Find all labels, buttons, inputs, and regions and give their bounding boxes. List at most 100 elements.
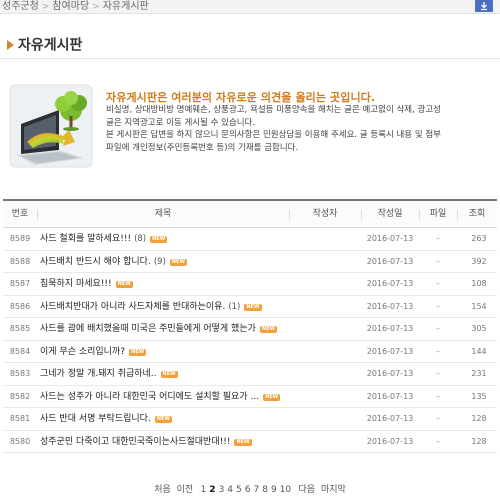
post-file: – — [436, 436, 440, 446]
title-divider — [0, 58, 500, 59]
table-row[interactable]: 8580 성주군민 다죽이고 대한민국죽이는사드절대반대!!! NEW 2016-07… — [3, 431, 497, 453]
intro-line: 비실명, 상대방비방 명예훼손, 상품광고, 욕설등 미풍양속을 해치는 글은 … — [106, 105, 441, 115]
post-hits: 154 — [471, 301, 487, 311]
column-header-file: 파일 — [429, 209, 447, 219]
intro-notice: 비실명, 상대방비방 명예훼손, 상품광고, 욕설등 미풍양속을 해치는 글은 … — [106, 104, 498, 154]
post-title-cell[interactable]: 사드배치 반드시 해야 합니다. (9) NEW — [40, 251, 290, 273]
post-title[interactable]: 사드배치반대가 아니라 사드자체를 반대하는이유. — [40, 302, 225, 312]
table-row[interactable]: 8589 사드 철회를 말하세요!!! (8) NEW 2016-07-13 – 263 — [3, 228, 497, 251]
page-number-link[interactable]: 8 — [262, 485, 268, 495]
post-number: 8582 — [9, 391, 31, 401]
post-list-table: 번호 제목 작성자 작성일 파일 조회 8589 사드 철회를 말하세요!!! (8… — [3, 199, 497, 453]
post-file: – — [436, 279, 440, 288]
chevron-right-icon: > — [41, 2, 50, 12]
post-title-cell[interactable]: 사드를 괌에 배치했을때 미국은 주민들에게 어떻게 했는가 NEW — [40, 318, 290, 340]
post-author — [293, 363, 359, 385]
post-title-cell[interactable]: 사드는 성주가 아니라 대한민국 어디에도 설치할 필요가 ... NEW — [40, 386, 290, 408]
post-title[interactable]: 그네가 정말 개.돼지 취급하네.. — [40, 369, 157, 379]
page-number-link[interactable]: 10 — [280, 485, 291, 495]
chevron-right-icon: > — [92, 2, 100, 12]
table-row[interactable]: 8583 그네가 정말 개.돼지 취급하네.. NEW 2016-07-13 – 231 — [3, 363, 497, 386]
post-title-cell[interactable]: 사드 반대 서명 부탁드립니다. NEW — [40, 408, 290, 430]
post-hits: 392 — [471, 256, 487, 266]
prev-page-link[interactable]: 이전 — [177, 485, 194, 495]
page-number-link[interactable]: 2 — [209, 485, 215, 495]
post-title-cell[interactable]: 사드배치반대가 아니라 사드자체를 반대하는이유. (1) NEW — [40, 296, 290, 318]
page-number-link[interactable]: 9 — [271, 485, 277, 495]
post-hits: 108 — [471, 279, 487, 288]
page-number-link[interactable]: 7 — [254, 485, 260, 495]
page-title-area: 자유게시판 — [7, 34, 83, 54]
page-numbers: 1 2 3 4 5 6 7 8 9 10 — [199, 485, 293, 495]
table-row[interactable]: 8588 사드배치 반드시 해야 합니다. (9) NEW 2016-07-13 – 392 — [3, 251, 497, 273]
post-date: 2016-07-13 — [366, 279, 414, 288]
post-title[interactable]: 사드를 괌에 배치했을때 미국은 주민들에게 어떻게 했는가 — [40, 324, 256, 334]
column-header-number: 번호 — [11, 209, 29, 219]
post-title-cell[interactable]: 그네가 정말 개.돼지 취급하네.. NEW — [40, 363, 290, 385]
post-hits: 128 — [471, 414, 487, 423]
comment-count: (1) — [228, 301, 241, 312]
table-header: 번호 제목 작성자 작성일 파일 조회 — [3, 199, 497, 228]
new-badge: NEW — [129, 348, 147, 356]
new-badge: NEW — [263, 393, 281, 401]
table-body: 8589 사드 철회를 말하세요!!! (8) NEW 2016-07-13 – 263 85… — [3, 228, 497, 453]
post-date: 2016-07-13 — [366, 369, 414, 378]
table-row[interactable]: 8587 침묵하지 마세요!!! NEW 2016-07-13 – 108 — [3, 273, 497, 296]
post-title[interactable]: 사드 철회를 말하세요!!! — [40, 234, 131, 244]
post-title[interactable]: 성주군민 다죽이고 대한민국죽이는사드절대반대!!! — [40, 437, 230, 447]
page-number-link[interactable]: 6 — [245, 485, 251, 495]
top-bar: 성주군청 > 참여마당 > 자유게시판 — [0, 0, 500, 14]
post-title[interactable]: 사드 반대 서명 부탁드립니다. — [40, 414, 151, 424]
laptop-tree-illustration — [9, 84, 93, 168]
post-author — [293, 228, 359, 250]
post-hits: 305 — [471, 324, 487, 333]
post-hits: 128 — [471, 436, 487, 446]
last-page-link[interactable]: 마지막 — [321, 485, 346, 495]
post-date: 2016-07-13 — [366, 256, 414, 266]
intro-line: 글은 지역광고로 이동 게시될 수 있습니다. — [106, 117, 256, 128]
new-badge: NEW — [154, 416, 172, 423]
intro-line: 본 게시판은 답변을 하지 않으니 문의사항은 민원상담을 이용해 주세요. 글… — [106, 130, 441, 140]
table-row[interactable]: 8582 사드는 성주가 아니라 대한민국 어디에도 설치할 필요가 ... NEW… — [3, 386, 497, 408]
post-date: 2016-07-13 — [366, 234, 414, 243]
post-author — [293, 341, 359, 363]
post-title-cell[interactable]: 이게 무슨 소리입니까? NEW — [40, 341, 290, 363]
breadcrumb-home[interactable]: 성주군청 — [2, 1, 39, 12]
table-row[interactable]: 8584 이게 무슨 소리입니까? NEW 2016-07-13 – 144 — [3, 341, 497, 363]
post-number: 8587 — [9, 279, 31, 288]
post-title[interactable]: 이게 무슨 소리입니까? — [40, 347, 125, 357]
table-row[interactable]: 8586 사드배치반대가 아니라 사드자체를 반대하는이유. (1) NEW 2016-… — [3, 296, 497, 318]
post-number: 8589 — [9, 234, 31, 243]
table-row[interactable]: 8585 사드를 괌에 배치했을때 미국은 주민들에게 어떻게 했는가 NEW 201… — [3, 318, 497, 341]
breadcrumb-current[interactable]: 자유게시판 — [103, 1, 149, 12]
post-number: 8584 — [9, 346, 31, 356]
page-number-link[interactable]: 3 — [219, 485, 225, 495]
page-number-link[interactable]: 1 — [201, 485, 207, 495]
post-title[interactable]: 침묵하지 마세요!!! — [40, 279, 112, 289]
triangle-bullet-icon — [7, 39, 14, 50]
download-button[interactable] — [475, 0, 493, 12]
new-badge: NEW — [259, 326, 278, 333]
new-badge: NEW — [169, 258, 187, 266]
post-date: 2016-07-13 — [366, 301, 414, 311]
post-hits: 263 — [471, 234, 487, 243]
post-title[interactable]: 사드는 성주가 아니라 대한민국 어디에도 설치할 필요가 ... — [40, 392, 259, 402]
post-author — [293, 431, 359, 453]
post-title-cell[interactable]: 침묵하지 마세요!!! NEW — [40, 273, 290, 295]
post-author — [293, 273, 359, 295]
post-title-cell[interactable]: 성주군민 다죽이고 대한민국죽이는사드절대반대!!! NEW — [40, 431, 290, 453]
post-date: 2016-07-13 — [366, 324, 414, 333]
table-row[interactable]: 8581 사드 반대 서명 부탁드립니다. NEW 2016-07-13 – 128 — [3, 408, 497, 431]
first-page-link[interactable]: 처음 — [154, 485, 171, 495]
page-number-link[interactable]: 4 — [227, 485, 233, 495]
post-title-cell[interactable]: 사드 철회를 말하세요!!! (8) NEW — [40, 228, 290, 250]
page-title: 자유게시판 — [18, 37, 83, 54]
next-page-link[interactable]: 다음 — [299, 485, 316, 495]
post-file: – — [436, 369, 440, 378]
post-title[interactable]: 사드배치 반드시 해야 합니다. — [40, 257, 151, 267]
post-date: 2016-07-13 — [366, 391, 414, 401]
post-file: – — [436, 391, 440, 401]
comment-count: (9) — [153, 256, 166, 267]
breadcrumb-participation[interactable]: 참여마당 — [52, 1, 89, 12]
page-number-link[interactable]: 5 — [236, 485, 242, 495]
